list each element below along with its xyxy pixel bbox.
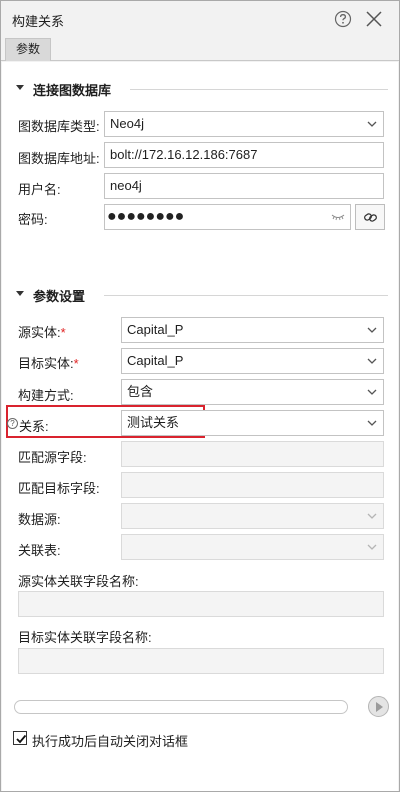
dialog-window: 构建关系 参数 连接图数据库 图数据库类型: Neo4j 图数据库地址: bol… (0, 0, 400, 792)
source-link-field-label: 源实体关联字段名称: (18, 574, 139, 589)
title-bar: 构建关系 (1, 1, 399, 37)
password-mask: ●●●●●●●● (107, 208, 185, 225)
section-header-graph-db[interactable]: 连接图数据库 (16, 79, 392, 99)
help-circle-icon[interactable] (334, 10, 352, 28)
username-value: neo4j (110, 178, 142, 193)
db-type-label: 图数据库类型: (18, 119, 100, 134)
relation-select[interactable]: 测试关系 (121, 410, 384, 436)
source-entity-value: Capital_P (127, 322, 184, 337)
tab-parameters[interactable]: 参数 (5, 38, 51, 61)
password-label: 密码: (18, 212, 48, 227)
build-method-label: 构建方式: (18, 388, 74, 403)
datasource-select[interactable] (121, 503, 384, 529)
eye-closed-icon[interactable] (331, 213, 345, 221)
source-entity-label: 源实体:* (18, 325, 66, 340)
target-entity-select[interactable]: Capital_P (121, 348, 384, 374)
progress-bar (14, 700, 348, 714)
db-address-input[interactable]: bolt://172.16.12.186:7687 (104, 142, 384, 168)
target-entity-value: Capital_P (127, 353, 184, 368)
chevron-down-icon (367, 327, 377, 333)
source-link-field-input[interactable] (18, 591, 384, 617)
db-address-label: 图数据库地址: (18, 151, 100, 166)
dialog-title: 构建关系 (12, 14, 65, 29)
collapse-triangle-icon[interactable] (16, 85, 24, 90)
chevron-down-icon (367, 358, 377, 364)
target-link-field-label: 目标实体关联字段名称: (18, 630, 152, 645)
chevron-down-icon (367, 513, 377, 519)
relation-value: 测试关系 (127, 415, 180, 430)
datasource-label: 数据源: (18, 512, 61, 527)
chevron-down-icon (367, 389, 377, 395)
match-target-field-input[interactable] (121, 472, 384, 498)
chevron-down-icon (367, 420, 377, 426)
help-mark-icon[interactable]: ? (7, 418, 18, 429)
build-method-select[interactable]: 包含 (121, 379, 384, 405)
build-method-value: 包含 (127, 384, 154, 399)
tab-bar: 参数 (1, 37, 399, 61)
match-source-field-label: 匹配源字段: (18, 450, 87, 465)
username-input[interactable]: neo4j (104, 173, 384, 199)
play-icon[interactable] (368, 696, 389, 717)
chevron-down-icon (367, 544, 377, 550)
auto-close-label[interactable]: 执行成功后自动关闭对话框 (32, 731, 188, 750)
source-entity-select[interactable]: Capital_P (121, 317, 384, 343)
username-label: 用户名: (18, 182, 61, 197)
target-entity-label: 目标实体:* (18, 356, 79, 371)
chevron-down-icon (367, 121, 377, 127)
link-icon (364, 213, 377, 222)
password-input[interactable]: ●●●●●●●● (104, 204, 351, 230)
section-header-params[interactable]: 参数设置 (16, 285, 392, 305)
db-type-select[interactable]: Neo4j (104, 111, 384, 137)
close-icon[interactable] (365, 10, 383, 28)
test-connection-button[interactable] (355, 204, 385, 230)
section-title-params: 参数设置 (33, 289, 86, 304)
relation-label: 关系: (19, 419, 49, 434)
parameters-panel: 连接图数据库 图数据库类型: Neo4j 图数据库地址: bolt://172.… (2, 62, 398, 791)
db-type-value: Neo4j (110, 116, 144, 131)
check-icon (16, 734, 27, 744)
link-table-label: 关联表: (18, 543, 61, 558)
collapse-triangle-icon[interactable] (16, 291, 24, 296)
section-divider (130, 89, 388, 90)
section-title-graph-db: 连接图数据库 (33, 83, 112, 98)
link-table-select[interactable] (121, 534, 384, 560)
auto-close-checkbox[interactable] (13, 731, 27, 745)
match-target-field-label: 匹配目标字段: (18, 481, 100, 496)
match-source-field-input[interactable] (121, 441, 384, 467)
db-address-value: bolt://172.16.12.186:7687 (110, 147, 258, 162)
target-link-field-input[interactable] (18, 648, 384, 674)
section-divider (104, 295, 388, 296)
